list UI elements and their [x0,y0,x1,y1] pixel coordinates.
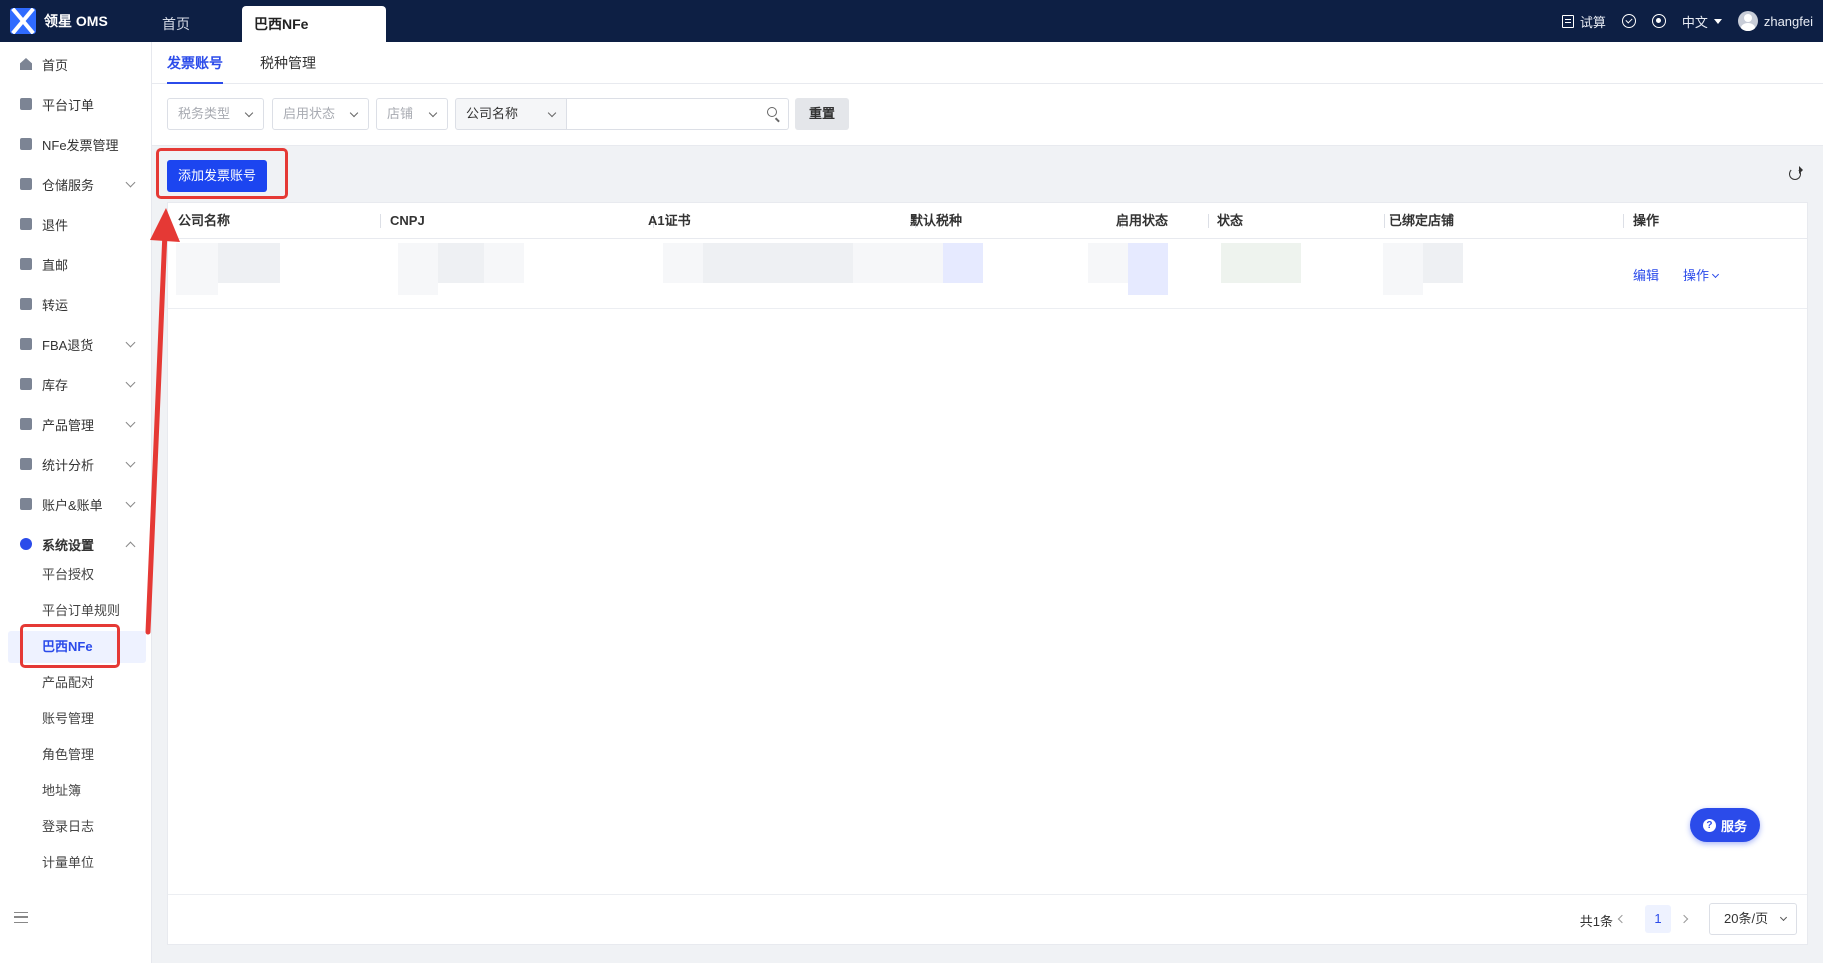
chevron-down-icon [1779,913,1788,922]
sidebar-subitem-address-book[interactable]: 地址簿 [0,775,152,807]
column-bound-stores: 已绑定店铺 [1389,213,1455,228]
prev-page-icon[interactable] [1617,914,1627,924]
collapse-menu-icon[interactable] [14,912,28,923]
enable-status-select[interactable]: 启用状态 [272,98,369,130]
search-field-label: 公司名称 [466,106,519,121]
enable-status-placeholder: 启用状态 [283,106,336,121]
chevron-down-icon [547,108,557,118]
redacted-cell [1423,243,1463,283]
caret-down-icon [1713,18,1722,24]
redacted-cell [484,243,524,283]
total-count: 共1条 [1579,914,1613,929]
row-actions-dropdown[interactable]: 操作 [1683,265,1720,284]
chevron-down-icon [1711,270,1720,279]
redacted-cell [1221,243,1301,283]
service-button[interactable]: ? 服务 [1690,808,1760,842]
column-divider [1384,214,1385,228]
search-icon[interactable] [767,107,777,117]
redacted-cell [1088,243,1128,283]
tab-tax-types[interactable]: 税种管理 [260,42,316,84]
redacted-cell [663,243,703,283]
redacted-cell [438,243,484,283]
next-page-icon[interactable] [1679,914,1689,924]
search-field-select[interactable]: 公司名称 [455,98,567,130]
column-default-tax: 默认税种 [910,213,963,228]
search-input[interactable] [567,98,789,130]
settings-icon[interactable] [1651,14,1666,28]
redacted-cell [703,243,853,283]
reset-button[interactable]: 重置 [795,98,849,130]
page-size-select[interactable]: 20条/页 [1709,903,1797,935]
chevron-down-icon [244,108,254,118]
refresh-icon[interactable] [1789,166,1803,180]
top-tab-brazil-nfe[interactable]: 巴西NFe [242,6,386,42]
page-number[interactable]: 1 [1645,905,1671,933]
invoice-accounts-table: 公司名称 CNPJ A1证书 默认税种 启用状态 状态 已绑定店铺 操作 编辑 … [167,202,1808,945]
sub-tabs: 发票账号 税种管理 [152,42,1823,84]
top-right-toolbar: 试算 中文 zhangfei [1561,0,1813,42]
column-divider [380,214,381,228]
column-status: 状态 [1217,213,1244,228]
avatar [1737,11,1758,31]
service-label: 服务 [1720,818,1747,834]
row-actions-label: 操作 [1683,268,1710,283]
table-header: 公司名称 CNPJ A1证书 默认税种 启用状态 状态 已绑定店铺 操作 [168,203,1807,239]
top-bar: 领星 OMS 首页 巴西NFe 试算 中文 zhangfei [0,0,1823,42]
main-content: 发票账号 税种管理 税务类型 启用状态 店铺 公司名称 重置 添加发票账号 公司… [152,42,1823,963]
column-a1-certificate: A1证书 [648,213,691,228]
redacted-cell [218,243,280,283]
column-divider [1208,214,1209,228]
annotation-arrow-icon [145,208,180,635]
user-menu[interactable]: zhangfei [1737,11,1813,31]
chevron-down-icon [428,108,438,118]
filter-bar: 税务类型 启用状态 店铺 公司名称 重置 [152,84,1823,146]
redacted-cell [398,243,438,295]
page-size-label: 20条/页 [1724,911,1769,926]
column-divider [1623,214,1624,228]
sidebar-subitem-units[interactable]: 计量单位 [0,847,152,879]
calc-label: 试算 [1579,14,1606,30]
redacted-cell [1128,243,1168,295]
calc-button[interactable]: 试算 [1561,12,1606,31]
sidebar-subitem-login-log[interactable]: 登录日志 [0,811,152,843]
language-select[interactable]: 中文 [1682,12,1722,31]
pagination: 共1条 1 20条/页 [168,894,1807,944]
table-row: 编辑 操作 [168,239,1807,309]
redacted-cell [853,243,943,283]
column-actions: 操作 [1633,213,1660,228]
language-label: 中文 [1681,14,1708,30]
store-select[interactable]: 店铺 [376,98,448,130]
column-cnpj: CNPJ [390,213,425,228]
sidebar-subitem-account-management[interactable]: 账号管理 [0,703,152,735]
calculator-icon [1561,14,1574,28]
redacted-cell [1383,243,1423,295]
username: zhangfei [1763,13,1813,29]
column-enable-status: 启用状态 [1116,213,1169,228]
help-icon: ? [1702,818,1716,832]
store-placeholder: 店铺 [387,106,414,121]
edit-link[interactable]: 编辑 [1633,265,1659,284]
download-icon[interactable] [1621,14,1636,28]
chevron-down-icon [349,108,359,118]
redacted-cell [943,243,983,283]
sidebar-subitem-role-management[interactable]: 角色管理 [0,739,152,771]
